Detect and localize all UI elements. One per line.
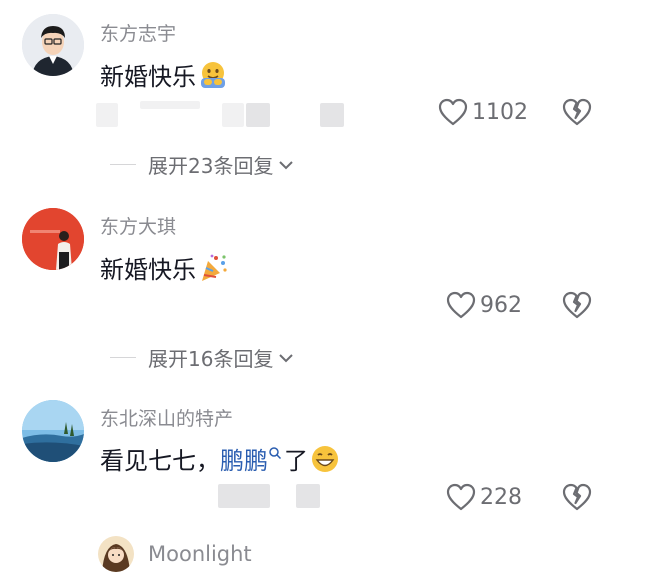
username[interactable]: 东方志宇 xyxy=(100,19,176,46)
username[interactable]: Moonlight xyxy=(148,542,252,566)
username[interactable]: 东方大琪 xyxy=(100,212,176,239)
blurred-meta xyxy=(246,103,270,127)
like-count: 228 xyxy=(480,484,522,510)
avatar[interactable] xyxy=(98,536,134,572)
comment-text-content: 看见七七， xyxy=(100,447,220,475)
avatar[interactable] xyxy=(22,14,84,76)
like-button[interactable]: 962 xyxy=(446,291,522,319)
expand-replies-label: 展开23条回复 xyxy=(148,154,274,178)
username[interactable]: 东北深山的特产 xyxy=(100,404,233,431)
expand-replies-label: 展开16条回复 xyxy=(148,347,274,371)
like-button[interactable]: 1102 xyxy=(438,98,528,126)
comment-text-content: 新婚快乐 xyxy=(100,63,196,91)
expand-replies[interactable]: 展开16条回复 xyxy=(110,343,295,372)
hugging-face-emoji xyxy=(201,61,225,88)
heart-icon xyxy=(446,291,476,319)
like-count: 962 xyxy=(480,292,522,318)
like-count: 1102 xyxy=(472,99,528,125)
divider xyxy=(110,357,136,358)
photo-avatar-icon xyxy=(22,208,84,270)
blurred-meta xyxy=(140,101,200,109)
search-icon[interactable] xyxy=(268,446,282,460)
chevron-down-icon xyxy=(279,160,294,169)
landscape-avatar-icon xyxy=(22,400,84,462)
blurred-meta xyxy=(222,103,244,127)
grinning-face-emoji xyxy=(312,445,338,472)
heart-icon xyxy=(438,98,468,126)
broken-heart-icon[interactable] xyxy=(562,290,592,320)
blurred-meta xyxy=(218,484,270,508)
cartoon-girl-avatar-icon xyxy=(98,536,134,572)
blurred-meta xyxy=(96,103,118,127)
like-button[interactable]: 228 xyxy=(446,483,522,511)
blurred-meta xyxy=(320,103,344,127)
mention-link[interactable]: 鹏鹏 xyxy=(220,441,268,476)
comment-text-suffix: 了 xyxy=(284,447,308,475)
comment-text: 新婚快乐 xyxy=(100,250,228,285)
party-popper-emoji xyxy=(202,254,227,281)
expand-replies[interactable]: 展开23条回复 xyxy=(110,150,295,179)
broken-heart-icon[interactable] xyxy=(562,97,592,127)
chevron-down-icon xyxy=(279,353,294,362)
comment-text: 新婚快乐 xyxy=(100,57,228,92)
comment-text: 看见七七， 鹏鹏 了 xyxy=(100,441,340,476)
divider xyxy=(110,164,136,165)
cartoon-avatar-icon xyxy=(22,14,84,76)
heart-icon xyxy=(446,483,476,511)
broken-heart-icon[interactable] xyxy=(562,482,592,512)
avatar[interactable] xyxy=(22,208,84,270)
avatar[interactable] xyxy=(22,400,84,462)
comment-text-content: 新婚快乐 xyxy=(100,256,196,284)
blurred-meta xyxy=(296,484,320,508)
